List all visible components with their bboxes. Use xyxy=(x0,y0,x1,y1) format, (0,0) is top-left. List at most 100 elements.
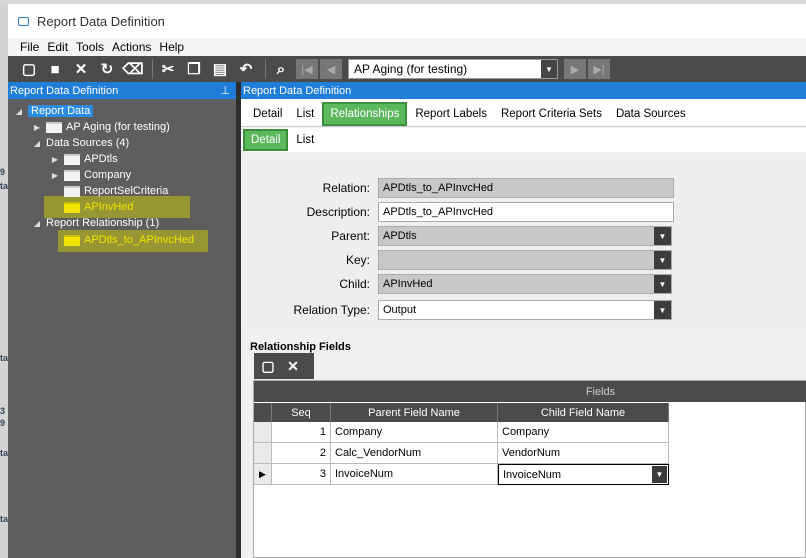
column-header-seq[interactable]: Seq xyxy=(272,403,331,422)
menu-bar: File Edit Tools Actions Help xyxy=(8,38,806,56)
menu-tools[interactable]: Tools xyxy=(76,40,104,54)
row-selector[interactable] xyxy=(254,422,272,443)
tab-data-sources[interactable]: Data Sources xyxy=(610,102,692,126)
cut-icon[interactable]: ✂ xyxy=(157,58,179,80)
chevron-down-icon[interactable]: ▼ xyxy=(654,301,671,319)
collapse-icon[interactable]: ◢ xyxy=(32,139,42,148)
chevron-down-icon[interactable]: ▼ xyxy=(541,60,557,78)
cell-parent-field[interactable]: Company xyxy=(331,422,498,443)
record-selector-value: AP Aging (for testing) xyxy=(354,62,468,76)
search-icon[interactable]: ⌕ xyxy=(270,58,292,80)
edge-fragment: ta xyxy=(0,514,9,524)
delete-icon[interactable]: ✕ xyxy=(70,58,92,80)
tree-node-relation[interactable]: APDtls_to_APInvcHed xyxy=(50,232,194,248)
cell-child-field[interactable]: Company xyxy=(498,422,669,443)
cell-parent-field[interactable]: InvoiceNum xyxy=(331,464,498,485)
expand-icon[interactable]: ▶ xyxy=(50,155,60,164)
chevron-down-icon[interactable]: ▼ xyxy=(654,251,671,269)
tree-node-data-sources[interactable]: ◢ Data Sources (4) xyxy=(32,135,129,151)
undo-icon[interactable]: ↶ xyxy=(235,58,257,80)
tree-node-reportselcriteria[interactable]: ReportSelCriteria xyxy=(50,183,168,199)
tab-relationships[interactable]: Relationships xyxy=(322,102,408,126)
cell-child-field-editing[interactable]: InvoiceNum ▼ xyxy=(498,464,669,485)
tree-node-apdtls[interactable]: ▶ APDtls xyxy=(50,151,118,167)
child-label: Child: xyxy=(339,277,370,291)
column-header-parent-field[interactable]: Parent Field Name xyxy=(331,403,498,422)
save-icon[interactable]: ■ xyxy=(44,58,66,80)
parent-row: Parent: APDtls ▼ xyxy=(247,226,806,246)
copy-icon[interactable]: ❐ xyxy=(183,58,205,80)
edge-fragment: ta xyxy=(0,181,9,191)
next-record-icon[interactable]: ▶ xyxy=(564,59,586,79)
edge-fragment: ta xyxy=(0,353,9,363)
folder-icon xyxy=(64,169,80,181)
paste-icon[interactable]: ▤ xyxy=(209,58,231,80)
menu-help[interactable]: Help xyxy=(159,40,184,54)
app-window-icon xyxy=(18,16,29,26)
tree-node-company[interactable]: ▶ Company xyxy=(50,167,131,183)
tree-node-label: APDtls_to_APInvcHed xyxy=(84,234,195,246)
collapse-icon[interactable]: ◢ xyxy=(32,219,42,228)
tab-report-labels[interactable]: Report Labels xyxy=(409,102,493,126)
relation-field: APDtls_to_APInvcHed xyxy=(378,178,674,198)
tree-node-label: Data Sources (4) xyxy=(46,137,130,149)
chevron-down-icon[interactable]: ▼ xyxy=(654,227,671,245)
cell-seq[interactable]: 3 xyxy=(272,464,331,485)
menu-file[interactable]: File xyxy=(20,40,39,54)
tree-node-relationships[interactable]: ◢ Report Relationship (1) xyxy=(32,215,159,231)
menu-edit[interactable]: Edit xyxy=(47,40,68,54)
tree-node-apinvhed[interactable]: APInvHed xyxy=(50,199,134,215)
child-select[interactable]: APInvHed ▼ xyxy=(378,274,672,294)
chevron-down-icon[interactable]: ▼ xyxy=(652,466,667,483)
record-selector[interactable]: AP Aging (for testing) ▼ xyxy=(348,59,558,79)
relationship-fields-title: Relationship Fields xyxy=(250,341,351,353)
child-row: Child: APInvHed ▼ xyxy=(247,274,806,294)
tree-node-label: ReportSelCriteria xyxy=(84,185,169,197)
collapse-icon[interactable]: ◢ xyxy=(14,107,24,116)
cell-child-field[interactable]: VendorNum xyxy=(498,443,669,464)
key-select[interactable]: ▼ xyxy=(378,250,672,270)
tree-node-label: APInvHed xyxy=(84,201,134,213)
first-record-icon[interactable]: |◀ xyxy=(296,59,318,79)
delete-row-icon[interactable]: ✕ xyxy=(282,355,304,377)
row-selector-current[interactable]: ▶ xyxy=(254,464,272,485)
grid-group-header: Fields xyxy=(254,381,806,402)
cell-parent-field[interactable]: Calc_VendorNum xyxy=(331,443,498,464)
tab-report-criteria-sets[interactable]: Report Criteria Sets xyxy=(495,102,608,126)
row-selector[interactable] xyxy=(254,443,272,464)
previous-record-icon[interactable]: ◀ xyxy=(320,59,342,79)
relation-type-label: Relation Type: xyxy=(293,303,371,317)
clear-icon[interactable]: ⌫ xyxy=(122,58,144,80)
new-icon[interactable]: ▢ xyxy=(18,58,40,80)
tree-node-report-data[interactable]: ◢ Report Data xyxy=(14,103,94,119)
last-record-icon[interactable]: ▶| xyxy=(588,59,610,79)
folder-icon xyxy=(64,201,80,213)
subtab-list[interactable]: List xyxy=(290,129,320,151)
cell-seq[interactable]: 2 xyxy=(272,443,331,464)
detail-panel: Report Data Definition Detail List Relat… xyxy=(241,82,806,558)
relation-type-select[interactable]: Output ▼ xyxy=(378,300,672,320)
expand-icon[interactable]: ▶ xyxy=(32,123,42,132)
cell-child-field-value: InvoiceNum xyxy=(503,468,562,481)
edge-fragment: 9 xyxy=(0,418,6,428)
grid-corner-header xyxy=(254,403,272,422)
description-field[interactable]: APDtls_to_APInvcHed xyxy=(378,202,674,222)
edge-fragment: 9 xyxy=(0,167,6,177)
refresh-icon[interactable]: ↻ xyxy=(96,58,118,80)
new-row-icon[interactable]: ▢ xyxy=(257,355,279,377)
tab-list[interactable]: List xyxy=(290,102,320,126)
edge-fragment: 3 xyxy=(0,406,6,416)
parent-select[interactable]: APDtls ▼ xyxy=(378,226,672,246)
tab-detail[interactable]: Detail xyxy=(247,102,288,126)
column-header-child-field[interactable]: Child Field Name xyxy=(498,403,669,422)
edge-fragment: ta xyxy=(0,448,9,458)
menu-actions[interactable]: Actions xyxy=(112,40,151,54)
subtab-detail[interactable]: Detail xyxy=(243,129,289,151)
pin-icon[interactable]: ⊥ xyxy=(220,84,230,97)
cell-seq[interactable]: 1 xyxy=(272,422,331,443)
main-tabs: Detail List Relationships Report Labels … xyxy=(241,99,806,127)
description-row: Description: APDtls_to_APInvcHed xyxy=(247,202,806,222)
chevron-down-icon[interactable]: ▼ xyxy=(654,275,671,293)
tree-node-report[interactable]: ▶ AP Aging (for testing) xyxy=(32,119,170,135)
expand-icon[interactable]: ▶ xyxy=(50,171,60,180)
